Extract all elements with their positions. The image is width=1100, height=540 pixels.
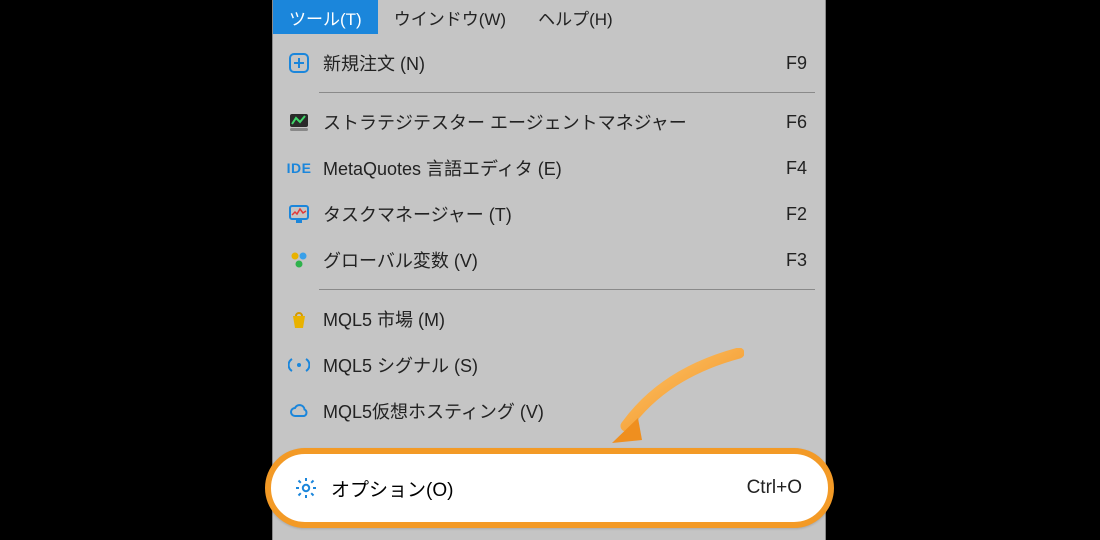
task-manager-icon	[285, 200, 313, 228]
ide-icon: IDE	[285, 154, 313, 182]
menu-separator	[319, 289, 815, 290]
signals-icon	[285, 351, 313, 379]
cloud-icon	[285, 397, 313, 425]
menu-item-global-variables[interactable]: グローバル変数 (V) F3	[273, 237, 825, 283]
menu-item-new-order[interactable]: 新規注文 (N) F9	[273, 40, 825, 86]
menubar-item-tools[interactable]: ツール(T)	[273, 0, 378, 34]
menu-item-label: タスクマネージャー (T)	[323, 201, 776, 227]
menu-item-mql5-virtual-hosting[interactable]: MQL5仮想ホスティング (V)	[273, 388, 825, 434]
menu-item-label: グローバル変数 (V)	[323, 247, 776, 273]
menu-item-metaquotes-editor[interactable]: IDE MetaQuotes 言語エディタ (E) F4	[273, 145, 825, 191]
menu-item-label: MQL5仮想ホスティング (V)	[323, 398, 797, 424]
menu-item-label: 新規注文 (N)	[323, 50, 776, 76]
market-icon	[285, 305, 313, 333]
gear-icon	[293, 475, 319, 501]
menu-item-strategy-tester[interactable]: ストラテジテスター エージェントマネジャー F6	[273, 99, 825, 145]
menu-item-mql5-market[interactable]: MQL5 市場 (M)	[273, 296, 825, 342]
new-order-icon	[285, 49, 313, 77]
menu-item-mql5-signals[interactable]: MQL5 シグナル (S)	[273, 342, 825, 388]
menu-item-shortcut: F4	[786, 158, 807, 179]
menubar-item-window[interactable]: ウインドウ(W)	[378, 0, 522, 34]
menu-item-task-manager[interactable]: タスクマネージャー (T) F2	[273, 191, 825, 237]
menu-item-shortcut: Ctrl+O	[747, 477, 802, 499]
menu-item-label: MQL5 シグナル (S)	[323, 352, 797, 378]
strategy-tester-icon	[285, 108, 313, 136]
menu-item-options-highlighted[interactable]: オプション(O) Ctrl+O	[265, 448, 834, 528]
menu-item-label: MetaQuotes 言語エディタ (E)	[323, 155, 776, 181]
menu-item-shortcut: F3	[786, 250, 807, 271]
menubar-item-help[interactable]: ヘルプ(H)	[522, 0, 629, 34]
menu-item-label: ストラテジテスター エージェントマネジャー	[323, 109, 776, 135]
menu-item-shortcut: F9	[786, 53, 807, 74]
menu-item-label: オプション(O)	[331, 475, 735, 502]
menu-body: 新規注文 (N) F9 ストラテジテスター エージェントマネジャー F6 IDE…	[273, 34, 825, 434]
menu-item-label: MQL5 市場 (M)	[323, 306, 797, 332]
menu-separator	[319, 92, 815, 93]
menu-item-shortcut: F2	[786, 204, 807, 225]
global-variables-icon	[285, 246, 313, 274]
menubar: ツール(T) ウインドウ(W) ヘルプ(H)	[273, 0, 825, 34]
menu-item-shortcut: F6	[786, 112, 807, 133]
